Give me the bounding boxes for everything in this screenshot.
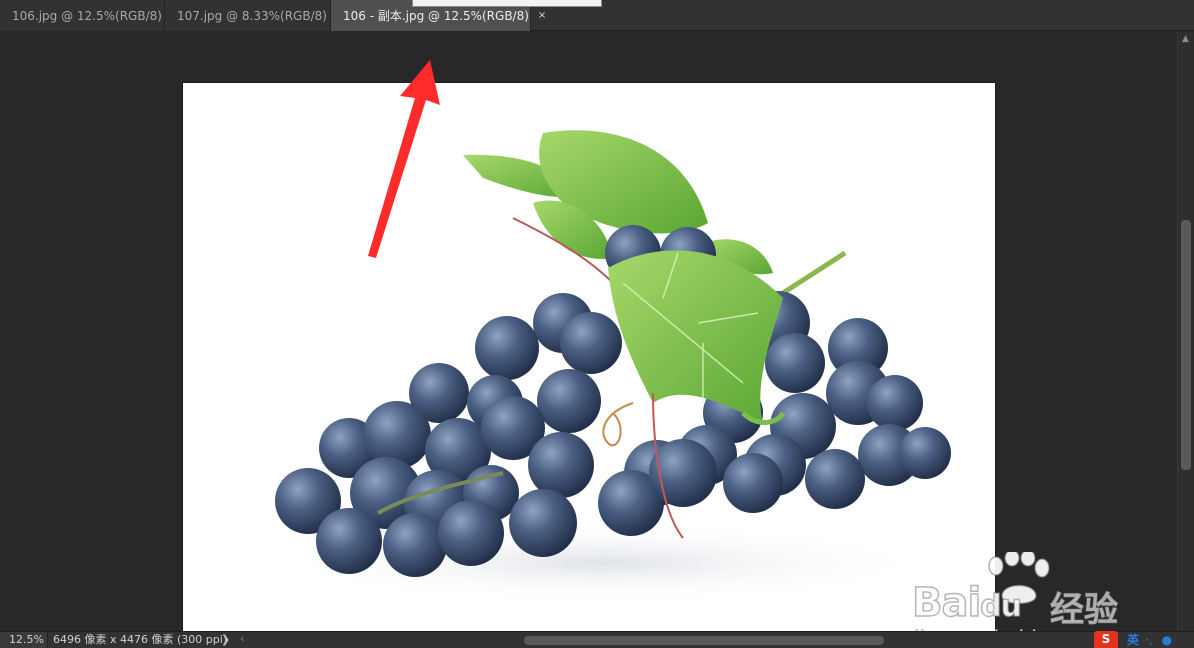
vertical-scrollbar[interactable]: ▲ — [1177, 32, 1194, 631]
status-bar: 12.5% 6496 像素 x 4476 像素 (300 ppi) ❯ ‹ — [0, 631, 1194, 648]
horizontal-scroll-thumb[interactable] — [524, 636, 884, 645]
zoom-level[interactable]: 12.5% — [0, 632, 48, 648]
tab-label: 106.jpg @ 12.5%(RGB/8) — [12, 8, 162, 23]
watermark-brand-left: Bai — [911, 579, 982, 627]
tab-tooltip — [412, 0, 602, 7]
ime-mode[interactable]: 英 — [1127, 631, 1139, 648]
watermark-brand: Baidu — [911, 579, 1023, 627]
tab-106-jpg[interactable]: 106.jpg @ 12.5%(RGB/8) × — [0, 0, 179, 31]
tab-label: 106 - 副本.jpg @ 12.5%(RGB/8) — [343, 9, 529, 23]
vertical-scroll-thumb[interactable] — [1181, 220, 1191, 470]
tab-107-jpg[interactable]: 107.jpg @ 8.33%(RGB/8) × — [165, 0, 344, 31]
red-arrow-annotation — [368, 60, 440, 258]
sogou-ime-icon[interactable]: S — [1094, 631, 1118, 648]
canvas-workspace[interactable]: Baidu 经验 jingyan.baidu.com — [0, 32, 1177, 648]
ime-tray: S 英 ·, ● — [1094, 631, 1172, 648]
scroll-left-icon[interactable]: ‹ — [240, 632, 244, 645]
tab-label: 107.jpg @ 8.33%(RGB/8) — [177, 8, 327, 23]
close-icon[interactable]: × — [538, 10, 546, 21]
chevron-right-icon[interactable]: ❯ — [221, 632, 230, 648]
horizontal-scrollbar[interactable]: ‹ — [236, 632, 1088, 647]
grape-photo — [273, 130, 951, 603]
scroll-up-icon[interactable]: ▲ — [1182, 34, 1189, 44]
punctuation-mode[interactable]: ·, — [1145, 633, 1153, 647]
mic-icon[interactable]: ● — [1162, 633, 1172, 647]
watermark-brand-right: du — [979, 588, 1022, 625]
document-canvas[interactable] — [183, 83, 995, 642]
watermark-product: 经验 — [1049, 589, 1118, 630]
document-info: 6496 像素 x 4476 像素 (300 ppi) — [53, 633, 228, 646]
